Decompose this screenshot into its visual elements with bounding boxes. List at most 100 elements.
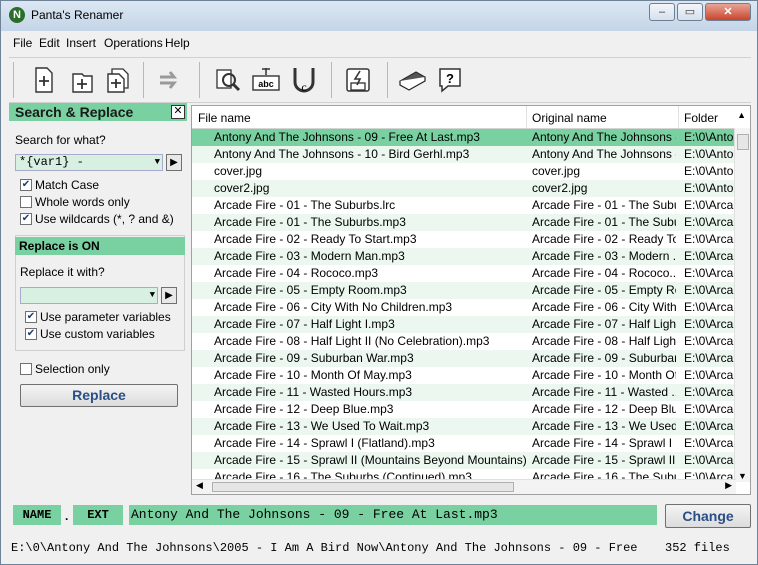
toolbar-separator [199, 62, 200, 98]
replace-input[interactable]: ▼ [20, 287, 158, 304]
new-file-button[interactable] [29, 64, 59, 96]
replace-status-bar: Replace is ON [15, 237, 185, 255]
file-name-cell: Arcade Fire - 02 - Ready To Start.mp3 [214, 232, 417, 246]
table-row[interactable]: Arcade Fire - 04 - Rococo.mp3 Arcade Fire… [192, 265, 736, 282]
menu-edit[interactable]: Edit [39, 36, 60, 50]
name-tag-button[interactable]: NAME [13, 505, 61, 525]
table-row[interactable]: Arcade Fire - 14 - Sprawl I (Flatland).m… [192, 435, 736, 452]
scroll-up-icon[interactable]: ▲ [737, 110, 746, 120]
table-row[interactable]: Arcade Fire - 06 - City With No Children… [192, 299, 736, 316]
match-case-checkbox[interactable]: ✔ [20, 179, 32, 191]
folder-cell: E:\0\Anto [684, 147, 734, 161]
table-row[interactable]: Antony And The Johnsons - 09 - Free At L… [192, 129, 736, 146]
table-row[interactable]: Arcade Fire - 09 - Suburban War.mp3 Arcad… [192, 350, 736, 367]
maximize-button[interactable]: ▭ [677, 3, 703, 21]
selection-only-label: Selection only [35, 362, 110, 376]
menu-help[interactable]: Help [165, 36, 190, 50]
use-param-vars-checkbox[interactable]: ✔ [25, 311, 37, 323]
table-row[interactable]: Arcade Fire - 01 - The Suburbs.lrc Arcade… [192, 197, 736, 214]
case-icon: c [293, 68, 315, 94]
table-row[interactable]: cover2.jpg cover2.jpg E:\0\Anto [192, 180, 736, 197]
table-row[interactable]: Arcade Fire - 12 - Deep Blue.mp3 Arcade F… [192, 401, 736, 418]
table-row[interactable]: Arcade Fire - 11 - Wasted Hours.mp3 Arcad… [192, 384, 736, 401]
add-file-button[interactable] [67, 64, 97, 96]
table-row[interactable]: Arcade Fire - 05 - Empty Room.mp3 Arcade … [192, 282, 736, 299]
selection-only-checkbox[interactable] [20, 363, 32, 375]
whole-words-label: Whole words only [35, 195, 130, 209]
horizontal-scrollbar[interactable]: ◀ ▶ [192, 479, 736, 494]
file-name-cell: Arcade Fire - 07 - Half Light I.mp3 [214, 317, 395, 331]
menu-insert[interactable]: Insert [66, 36, 96, 50]
original-name-cell: Arcade Fire - 04 - Rococo.... [532, 266, 676, 280]
table-row[interactable]: Arcade Fire - 13 - We Used To Wait.mp3 Ar… [192, 418, 736, 435]
column-header-original-name[interactable]: Original name [532, 111, 607, 125]
menu-file[interactable]: File [13, 36, 32, 50]
folder-cell: E:\0\Arca [684, 334, 734, 348]
replace-status: Replace is ON [19, 239, 100, 253]
chevron-down-icon[interactable]: ▼ [155, 155, 160, 170]
add-folder-button[interactable] [103, 64, 133, 96]
title-bar: N Panta's Renamer – ▭ ✕ [1, 1, 757, 31]
redo-button[interactable] [155, 64, 185, 96]
column-divider[interactable] [678, 106, 679, 128]
folder-cell: E:\0\Arca [684, 419, 734, 433]
file-count: 352 files [665, 541, 730, 555]
search-options-button[interactable]: ▶ [166, 154, 182, 171]
column-header-folder[interactable]: Folder [684, 111, 718, 125]
scroll-left-icon[interactable]: ◀ [196, 480, 203, 491]
table-row[interactable]: Arcade Fire - 08 - Half Light II (No Cel… [192, 333, 736, 350]
new-name-input[interactable]: Antony And The Johnsons - 09 - Free At L… [129, 505, 657, 525]
save-rules-icon [346, 68, 370, 92]
table-row[interactable]: Arcade Fire - 10 - Month Of May.mp3 Arcad… [192, 367, 736, 384]
svg-text:?: ? [446, 71, 454, 86]
save-rules-button[interactable] [343, 64, 373, 96]
replace-button[interactable]: Replace [20, 384, 178, 407]
search-button[interactable] [213, 64, 243, 96]
status-path: E:\0\Antony And The Johnsons\2005 - I Am… [11, 541, 637, 555]
scroll-down-icon[interactable]: ▼ [738, 471, 747, 481]
original-name-cell: cover2.jpg [532, 181, 588, 195]
table-row[interactable]: cover.jpg cover.jpg E:\0\Anto [192, 163, 736, 180]
folder-cell: E:\0\Arca [684, 402, 734, 416]
ext-tag-button[interactable]: EXT [73, 505, 123, 525]
original-name-cell: Arcade Fire - 13 - We Used... [532, 419, 676, 433]
panel-title: Search & Replace [15, 104, 134, 120]
use-custom-vars-checkbox[interactable]: ✔ [25, 328, 37, 340]
menu-bar: File Edit Insert Operations Help [1, 33, 757, 53]
column-divider[interactable] [526, 106, 527, 128]
hscroll-thumb[interactable] [212, 482, 514, 492]
change-button[interactable]: Change [665, 504, 751, 528]
use-custom-vars-label: Use custom variables [40, 327, 155, 341]
case-button[interactable]: c [289, 64, 319, 96]
menu-operations[interactable]: Operations [104, 36, 163, 50]
question-icon: ? [439, 68, 461, 93]
table-row[interactable]: Arcade Fire - 02 - Ready To Start.mp3 Arc… [192, 231, 736, 248]
chevron-down-icon[interactable]: ▼ [150, 288, 155, 303]
folder-cell: E:\0\Arca [684, 436, 734, 450]
table-row[interactable]: Arcade Fire - 03 - Modern Man.mp3 Arcade … [192, 248, 736, 265]
help-book-button[interactable] [397, 64, 427, 96]
replace-options-button[interactable]: ▶ [161, 287, 177, 304]
whole-words-checkbox[interactable] [20, 196, 32, 208]
use-wildcards-checkbox[interactable]: ✔ [20, 213, 32, 225]
table-row[interactable]: Arcade Fire - 01 - The Suburbs.mp3 Arcade… [192, 214, 736, 231]
svg-text:abc: abc [258, 79, 274, 89]
file-name-cell: Arcade Fire - 12 - Deep Blue.mp3 [214, 402, 394, 416]
minimize-button[interactable]: – [649, 3, 675, 21]
file-name-cell: cover2.jpg [214, 181, 270, 195]
file-name-cell: Arcade Fire - 05 - Empty Room.mp3 [214, 283, 407, 297]
table-row[interactable]: Arcade Fire - 07 - Half Light I.mp3 Arcad… [192, 316, 736, 333]
table-row[interactable]: Antony And The Johnsons - 10 - Bird Gerh… [192, 146, 736, 163]
search-input[interactable]: *{var1} - ▼ [15, 154, 163, 171]
column-header-file-name[interactable]: File name [198, 111, 251, 125]
close-button[interactable]: ✕ [705, 3, 751, 21]
close-panel-button[interactable]: ✕ [171, 105, 185, 119]
vertical-scrollbar[interactable]: ▼ [734, 128, 750, 482]
replace-label: Replace it with? [20, 265, 105, 279]
scroll-right-icon[interactable]: ▶ [725, 480, 732, 491]
table-row[interactable]: Arcade Fire - 15 - Sprawl II (Mountains … [192, 452, 736, 469]
folder-cell: E:\0\Arca [684, 283, 734, 297]
question-button[interactable]: ? [435, 64, 465, 96]
abc-rename-button[interactable]: abc [251, 64, 281, 96]
scroll-thumb[interactable] [737, 134, 749, 150]
